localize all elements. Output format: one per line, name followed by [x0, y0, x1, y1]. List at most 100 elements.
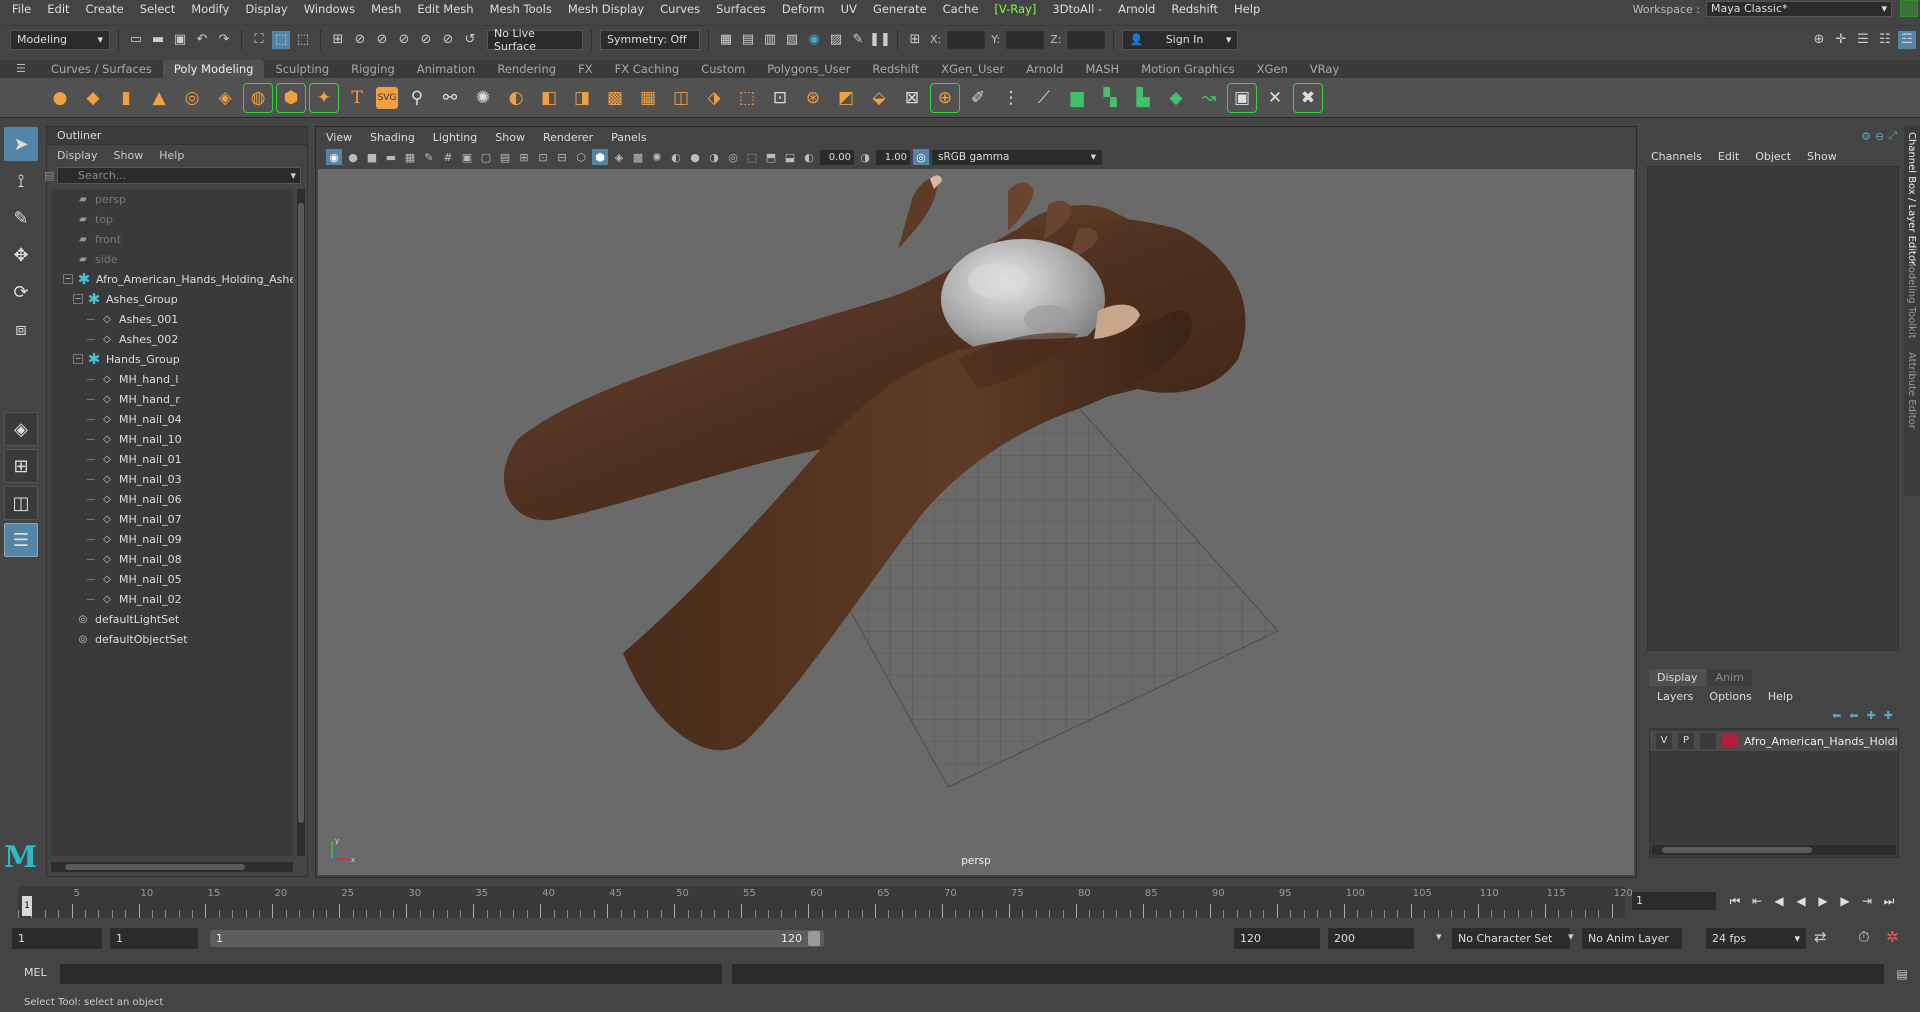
channel-box-menu-channels[interactable]: Channels: [1651, 150, 1702, 163]
delete-history-icon[interactable]: ✖: [1293, 82, 1323, 113]
two-d-pan-icon[interactable]: ▦: [402, 149, 418, 165]
outliner-item[interactable]: ◇ MH_nail_04: [51, 409, 293, 429]
snap-grid-icon[interactable]: ⊞: [329, 31, 347, 49]
layer-hscrollbar[interactable]: [1652, 845, 1896, 855]
layer-visibility-toggle[interactable]: V: [1656, 733, 1672, 749]
outliner-item[interactable]: ◇ Ashes_001: [51, 309, 293, 329]
xray-icon[interactable]: ⬒: [763, 149, 779, 165]
gamma-field[interactable]: 1.00: [876, 149, 910, 165]
collapse-toggle[interactable]: −: [73, 294, 83, 304]
workspace-dropdown[interactable]: Maya Classic* ▾: [1706, 1, 1892, 17]
step-back-key-icon[interactable]: ⇤: [1748, 892, 1766, 910]
modeling-toolkit-icon[interactable]: ⊕: [1810, 31, 1828, 49]
channel-box-toggle-icon[interactable]: ⚙: [1861, 130, 1871, 143]
open-scene-icon[interactable]: ▬: [149, 31, 167, 49]
grease-pencil-icon[interactable]: ✎: [421, 149, 437, 165]
command-input[interactable]: [60, 964, 722, 984]
side-tab-channel-box-layer-editor[interactable]: Channel Box / Layer Editor: [1906, 132, 1917, 265]
menu-item-mesh-display[interactable]: Mesh Display: [560, 2, 652, 16]
shelf-tab-rendering[interactable]: Rendering: [486, 60, 567, 78]
collapse-icon[interactable]: ⬙: [865, 84, 893, 112]
live-surface-field[interactable]: No Live Surface: [487, 27, 583, 53]
layer-tab-anim[interactable]: Anim: [1707, 669, 1752, 686]
poly-sphere-icon[interactable]: ●: [46, 84, 74, 112]
checker-icon[interactable]: ▣: [1227, 82, 1257, 113]
snap-view-icon[interactable]: ⊘: [395, 31, 413, 49]
redo-icon[interactable]: ↷: [215, 31, 233, 49]
layer-name[interactable]: Afro_American_Hands_Holding: [1744, 735, 1898, 748]
animation-start-field[interactable]: 1: [12, 928, 102, 949]
combine-icon[interactable]: ◐: [502, 84, 530, 112]
tool-settings-icon[interactable]: ☷: [1876, 31, 1894, 49]
two-view-layout-icon[interactable]: ◫: [4, 486, 38, 520]
outliner-menu-show[interactable]: Show: [114, 149, 144, 162]
super-shape-icon[interactable]: ✦: [309, 82, 339, 113]
menu-item-edit-mesh[interactable]: Edit Mesh: [409, 2, 481, 16]
resolution-gate-icon[interactable]: ▢: [478, 149, 494, 165]
shelf-tab-curves-surfaces[interactable]: Curves / Surfaces: [40, 60, 163, 78]
measure-tool-icon[interactable]: ⚲: [403, 84, 431, 112]
viewport-menu-lighting[interactable]: Lighting: [433, 131, 477, 144]
freeze-transform-icon[interactable]: ⊕: [930, 82, 960, 113]
uv-editor-icon[interactable]: ▆: [1063, 84, 1091, 112]
menu-item-edit[interactable]: Edit: [39, 2, 77, 16]
move-layer-down-icon[interactable]: ⬅: [1849, 709, 1858, 722]
lock-icon[interactable]: [1900, 0, 1918, 17]
snap-point-icon[interactable]: ⊘: [373, 31, 391, 49]
shelf-tab-polygons-user[interactable]: Polygons_User: [756, 60, 861, 78]
snap-surface-icon[interactable]: ⊘: [417, 31, 435, 49]
scale-tool-icon[interactable]: ⧈: [4, 312, 38, 346]
outliner-hscrollbar[interactable]: [51, 862, 293, 872]
poly-torus-icon[interactable]: ◎: [178, 84, 206, 112]
new-scene-icon[interactable]: ▭: [127, 31, 145, 49]
shelf-tab-sculpting[interactable]: Sculpting: [264, 60, 340, 78]
script-editor-icon[interactable]: ▤: [1892, 964, 1912, 984]
make-live-icon[interactable]: ↺: [461, 31, 479, 49]
menu-item-arnold[interactable]: Arnold: [1110, 2, 1163, 16]
layer-menu-options[interactable]: Options: [1709, 690, 1751, 703]
viewport-menu-shading[interactable]: Shading: [370, 131, 415, 144]
svg-tool-icon[interactable]: SVG: [376, 86, 398, 109]
undo-icon[interactable]: ↶: [193, 31, 211, 49]
step-forward-key-icon[interactable]: ⇥: [1858, 892, 1876, 910]
menu-item-redshift[interactable]: Redshift: [1163, 2, 1226, 16]
viewport-menu-panels[interactable]: Panels: [611, 131, 646, 144]
loop-icon[interactable]: ⇄: [1814, 928, 1827, 946]
boolean-icon[interactable]: ▦: [634, 84, 662, 112]
layer-color-swatch[interactable]: [1722, 734, 1738, 748]
bookmarks-icon[interactable]: ■: [364, 149, 380, 165]
render-settings-icon[interactable]: ▧: [783, 31, 801, 49]
outliner-item[interactable]: ◇ MH_nail_01: [51, 449, 293, 469]
camera-attributes-icon[interactable]: ●: [345, 149, 361, 165]
shelf-menu-icon[interactable]: ☰: [16, 62, 26, 75]
poly-cone-icon[interactable]: ▲: [145, 84, 173, 112]
playback-start-field[interactable]: 1: [110, 928, 198, 949]
outliner-item[interactable]: ▰ persp: [51, 189, 293, 209]
go-to-start-icon[interactable]: ⏮: [1726, 892, 1744, 910]
four-view-layout-icon[interactable]: ⊞: [4, 449, 38, 483]
outliner-search-input[interactable]: ▤ Search... ▾: [44, 167, 301, 184]
pivot-tool-icon[interactable]: ✺: [469, 84, 497, 112]
shelf-tab-xgen[interactable]: XGen: [1246, 60, 1299, 78]
layer-menu-help[interactable]: Help: [1768, 690, 1793, 703]
menu-item-file[interactable]: File: [4, 2, 39, 16]
render-view-icon[interactable]: ▤: [739, 31, 757, 49]
extract-icon[interactable]: ◨: [568, 84, 596, 112]
playback-end-field[interactable]: 120: [1234, 928, 1320, 949]
exposure-icon[interactable]: ◐: [801, 149, 817, 165]
menu-item-mesh[interactable]: Mesh: [363, 2, 409, 16]
symmetry-dropdown[interactable]: Symmetry: Off: [600, 29, 700, 50]
outliner-item[interactable]: ▰ side: [51, 249, 293, 269]
outliner-item[interactable]: − ✱ Afro_American_Hands_Holding_Ashe: [51, 269, 293, 289]
outliner-item[interactable]: ◎ defaultLightSet: [51, 609, 293, 629]
gate-mask-icon[interactable]: ▤: [497, 149, 513, 165]
select-camera-icon[interactable]: ◉: [326, 149, 342, 165]
range-bar[interactable]: 1 120: [210, 930, 824, 947]
shelf-tab-redshift[interactable]: Redshift: [861, 60, 930, 78]
anim-prefs-icon[interactable]: ✲: [1886, 928, 1899, 946]
outliner-item[interactable]: − ✱ Ashes_Group: [51, 289, 293, 309]
outliner-item[interactable]: ◇ MH_nail_09: [51, 529, 293, 549]
shelf-tab-arnold[interactable]: Arnold: [1015, 60, 1074, 78]
textured-icon[interactable]: ▩: [630, 149, 646, 165]
outliner-item[interactable]: − ✱ Hands_Group: [51, 349, 293, 369]
